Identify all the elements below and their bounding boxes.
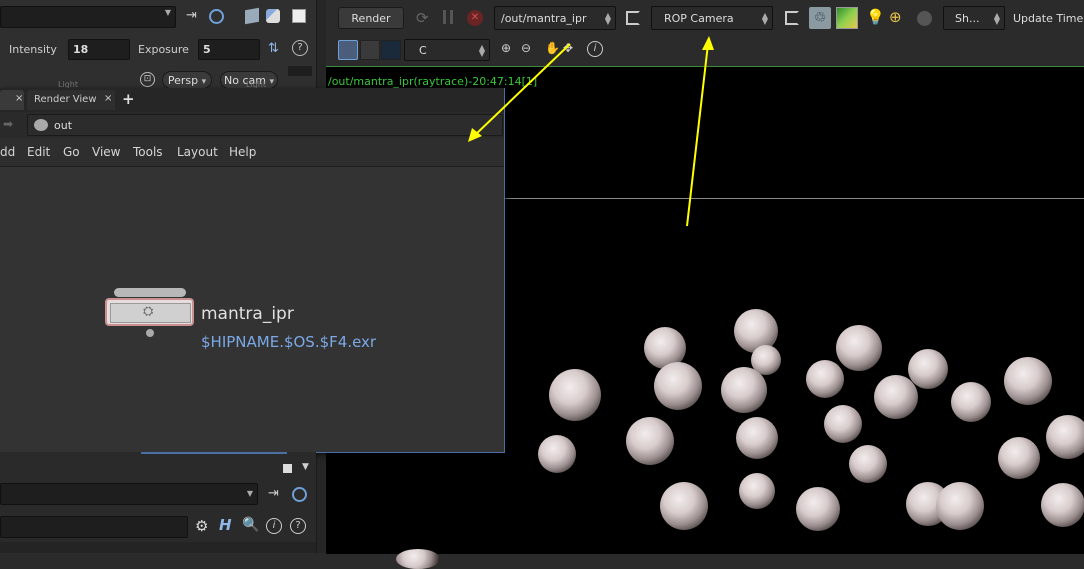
arrow-head-2 (702, 36, 714, 50)
arrow-to-path-field (473, 43, 571, 137)
arrow-to-camera-select (686, 43, 709, 227)
annotation-arrows (468, 36, 714, 227)
